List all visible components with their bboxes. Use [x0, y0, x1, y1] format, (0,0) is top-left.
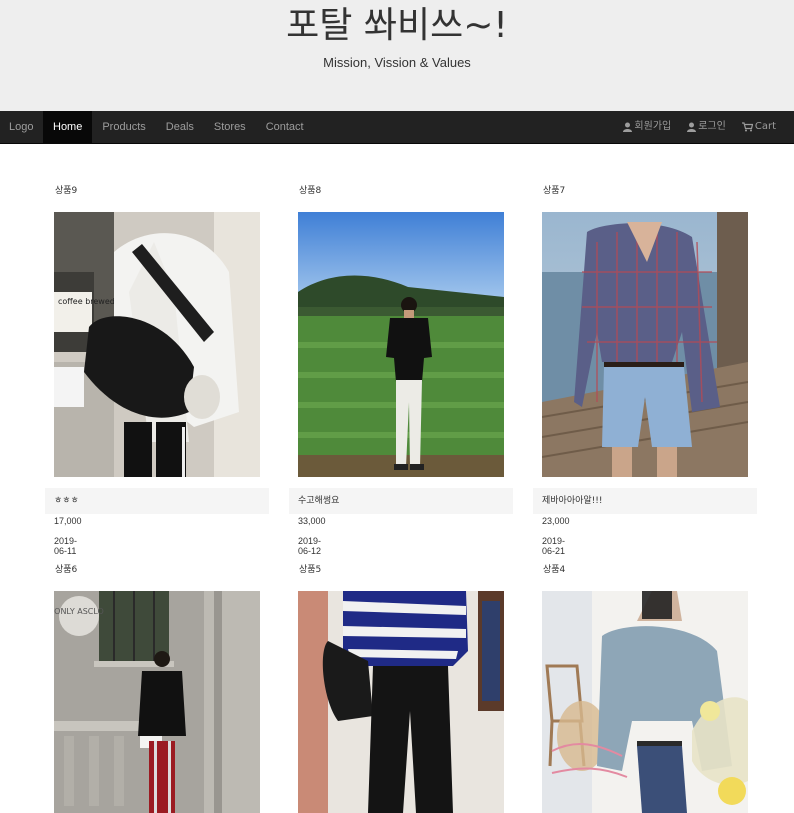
product-name: 상품9 [55, 186, 78, 196]
cart-label: Cart [754, 121, 776, 132]
user-icon [687, 122, 697, 132]
nav-tab-home[interactable]: Home [43, 111, 93, 143]
product-image[interactable] [542, 212, 748, 477]
cart-icon [741, 122, 753, 132]
product-date: 2019-06-11 [54, 536, 78, 556]
nav-tab-products[interactable]: Products [92, 111, 155, 143]
product-name: 상품5 [299, 565, 322, 575]
nav-tab-deals[interactable]: Deals [156, 111, 204, 143]
cart-link[interactable]: Cart [734, 111, 784, 143]
login-link[interactable]: 로그인 [679, 111, 734, 143]
header-jumbotron: 포탈 쏴비쓰~! Mission, Vission & Values [0, 0, 794, 111]
product-image[interactable] [542, 591, 748, 813]
product-image[interactable]: ONLY ASCLO [54, 591, 260, 813]
product-date: 2019-06-21 [542, 536, 566, 556]
nav-right: 회원가입 로그인 Cart [615, 111, 784, 143]
navbar-brand[interactable]: Logo [9, 111, 33, 143]
watermark-badge-text: ONLY ASCLO [54, 607, 104, 616]
coffee-sign-text: coffee brewed [58, 297, 115, 306]
product-image[interactable] [298, 212, 504, 477]
login-label: 로그인 [698, 121, 726, 132]
user-icon [623, 122, 633, 132]
site-subtitle: Mission, Vission & Values [323, 55, 471, 70]
product-name: 상품4 [543, 565, 566, 575]
product-image[interactable] [298, 591, 504, 813]
product-name: 상품7 [543, 186, 566, 196]
product-name: 상품6 [55, 565, 78, 575]
product-description: ㅎㅎㅎ [45, 488, 269, 514]
nav-tab-contact[interactable]: Contact [256, 111, 314, 143]
nav-tab-stores[interactable]: Stores [204, 111, 256, 143]
product-image[interactable]: coffee brewed [54, 212, 260, 477]
product-price: 23,000 [542, 516, 570, 526]
navbar: Logo Home Products Deals Stores Contact … [0, 111, 794, 144]
site-title: 포탈 쏴비쓰~! [286, 5, 508, 46]
product-name: 상품8 [299, 186, 322, 196]
product-description: 수고해썽요 [289, 488, 513, 514]
product-price: 33,000 [298, 516, 326, 526]
signup-link[interactable]: 회원가입 [615, 111, 679, 143]
product-price: 17,000 [54, 516, 82, 526]
product-description: 제바아아아알!!! [533, 488, 757, 514]
signup-label: 회원가입 [634, 121, 672, 132]
product-date: 2019-06-12 [298, 536, 322, 556]
nav-tabs: Home Products Deals Stores Contact [43, 111, 314, 143]
